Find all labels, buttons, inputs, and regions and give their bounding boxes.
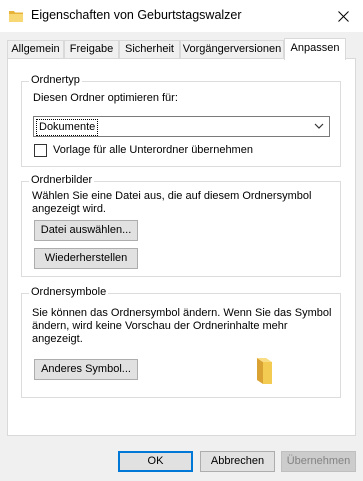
choose-file-button[interactable]: Datei auswählen... bbox=[34, 220, 138, 241]
tab-anpassen[interactable]: Anpassen bbox=[284, 38, 346, 60]
tab-sicherheit[interactable]: Sicherheit bbox=[119, 40, 180, 58]
ordnerbilder-description: Wählen Sie eine Datei aus, die auf diese… bbox=[32, 190, 312, 215]
optimize-label: Diesen Ordner optimieren für: bbox=[33, 92, 178, 104]
optimize-select[interactable]: Dokumente bbox=[33, 116, 330, 137]
tab-strip: Allgemein Freigabe Sicherheit Vorgängerv… bbox=[7, 38, 357, 60]
title-bar: Eigenschaften von Geburtstagswalzer bbox=[0, 0, 363, 32]
tab-panel-anpassen: Ordnertyp Diesen Ordner optimieren für: … bbox=[7, 58, 356, 436]
apply-button[interactable]: Übernehmen bbox=[281, 451, 356, 472]
tab-allgemein[interactable]: Allgemein bbox=[7, 40, 64, 58]
close-icon bbox=[337, 10, 349, 22]
optimize-select-value: Dokumente bbox=[36, 119, 99, 136]
tab-vorgaengerversionen[interactable]: Vorgängerversionen bbox=[180, 40, 284, 58]
group-title-ordnerbilder: Ordnerbilder bbox=[29, 174, 95, 186]
restore-button[interactable]: Wiederherstellen bbox=[34, 248, 138, 269]
folder-icon bbox=[9, 11, 23, 22]
template-checkbox-label: Vorlage für alle Unterordner übernehmen bbox=[53, 144, 253, 156]
group-ordnersymbole: Ordnersymbole Sie können das Ordnersymbo… bbox=[21, 286, 341, 398]
group-ordnerbilder: Ordnerbilder Wählen Sie eine Datei aus, … bbox=[21, 174, 341, 277]
group-title-ordnertyp: Ordnertyp bbox=[29, 74, 82, 86]
folder-preview-icon bbox=[257, 358, 272, 384]
chevron-down-icon bbox=[314, 123, 324, 129]
group-ordnertyp: Ordnertyp Diesen Ordner optimieren für: … bbox=[21, 74, 341, 167]
ok-button[interactable]: OK bbox=[118, 451, 193, 472]
tab-freigabe[interactable]: Freigabe bbox=[64, 40, 119, 58]
other-icon-button[interactable]: Anderes Symbol... bbox=[34, 359, 138, 380]
ordnersymbole-description: Sie können das Ordnersymbol ändern. Wenn… bbox=[32, 307, 332, 345]
template-checkbox[interactable] bbox=[34, 144, 47, 157]
window-title: Eigenschaften von Geburtstagswalzer bbox=[31, 8, 242, 22]
group-title-ordnersymbole: Ordnersymbole bbox=[29, 286, 109, 298]
cancel-button[interactable]: Abbrechen bbox=[200, 451, 275, 472]
close-button[interactable] bbox=[323, 0, 363, 32]
